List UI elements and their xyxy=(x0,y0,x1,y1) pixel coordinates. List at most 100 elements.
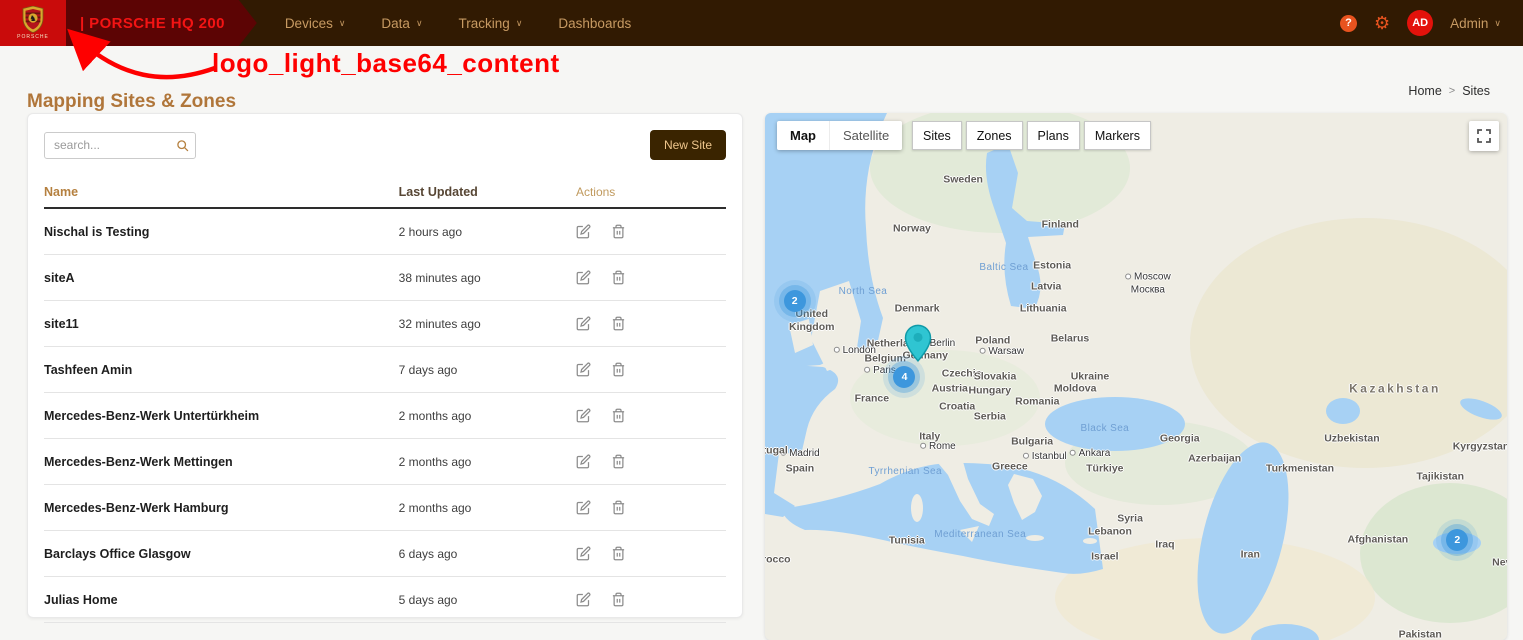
site-name: Nischal is Testing xyxy=(44,208,399,255)
top-navbar: ♞ PORSCHE | PORSCHE HQ 200 Devices∨ Data… xyxy=(0,0,1523,46)
map-canvas[interactable]: SwedenNorwayFinlandBaltic SeaEstoniaLatv… xyxy=(765,113,1507,640)
edit-button[interactable] xyxy=(576,408,591,423)
edit-icon xyxy=(576,270,591,285)
delete-button[interactable] xyxy=(611,546,626,561)
table-row: Nischal is Testing 2 hours ago xyxy=(44,208,726,255)
map-pin[interactable] xyxy=(904,324,931,367)
breadcrumb-home[interactable]: Home xyxy=(1408,84,1441,98)
delete-button[interactable] xyxy=(611,270,626,285)
brand-title: | PORSCHE HQ 200 xyxy=(80,15,225,32)
table-row: Mercedes-Benz-Werk Untertürkheim 2 month… xyxy=(44,393,726,439)
site-last-updated: 32 minutes ago xyxy=(399,301,576,347)
avatar[interactable]: AD xyxy=(1407,10,1433,36)
trash-icon xyxy=(611,546,626,561)
brand-banner: | PORSCHE HQ 200 xyxy=(66,0,257,46)
admin-menu[interactable]: Admin∨ xyxy=(1450,16,1501,31)
site-name: Mercedes-Benz-Werk Hamburg xyxy=(44,485,399,531)
sites-table: Name Last Updated Actions Nischal is Tes… xyxy=(44,175,726,623)
navbar-right: ? ⚙ AD Admin∨ xyxy=(1340,10,1523,36)
trash-icon xyxy=(611,270,626,285)
map-cluster-marker[interactable]: 2 xyxy=(784,290,806,312)
map-cluster-marker[interactable]: 4 xyxy=(893,366,915,388)
edit-button[interactable] xyxy=(576,224,591,239)
edit-icon xyxy=(576,362,591,377)
edit-button[interactable] xyxy=(576,362,591,377)
trash-icon xyxy=(611,454,626,469)
trash-icon xyxy=(611,362,626,377)
edit-button[interactable] xyxy=(576,592,591,607)
nav-item-tracking[interactable]: Tracking∨ xyxy=(459,16,523,31)
edit-button[interactable] xyxy=(576,500,591,515)
chevron-down-icon: ∨ xyxy=(416,18,423,29)
edit-icon xyxy=(576,592,591,607)
trash-icon xyxy=(611,224,626,239)
layer-sites-button[interactable]: Sites xyxy=(912,121,962,150)
help-icon[interactable]: ? xyxy=(1340,15,1357,32)
fullscreen-button[interactable] xyxy=(1469,121,1499,151)
table-row: Barclays Office Glasgow 6 days ago xyxy=(44,531,726,577)
edit-icon xyxy=(576,500,591,515)
site-last-updated: 2 months ago xyxy=(399,485,576,531)
edit-button[interactable] xyxy=(576,454,591,469)
breadcrumb: Home > Sites xyxy=(1408,84,1490,98)
chevron-down-icon: ∨ xyxy=(1494,18,1501,29)
nav-item-devices[interactable]: Devices∨ xyxy=(285,16,346,31)
map-type-map-button[interactable]: Map xyxy=(777,121,829,150)
porsche-logo-word: PORSCHE xyxy=(17,34,49,40)
table-row: Mercedes-Benz-Werk Mettingen 2 months ag… xyxy=(44,439,726,485)
site-last-updated: 2 hours ago xyxy=(399,208,576,255)
fullscreen-icon xyxy=(1477,129,1491,143)
search-icon xyxy=(176,139,189,152)
site-last-updated: 38 minutes ago xyxy=(399,255,576,301)
edit-icon xyxy=(576,316,591,331)
layer-zones-button[interactable]: Zones xyxy=(966,121,1023,150)
edit-button[interactable] xyxy=(576,316,591,331)
layer-plans-button[interactable]: Plans xyxy=(1027,121,1080,150)
edit-button[interactable] xyxy=(576,270,591,285)
edit-icon xyxy=(576,546,591,561)
map-geography xyxy=(765,113,1507,640)
column-header-name: Name xyxy=(44,175,399,208)
site-last-updated: 6 days ago xyxy=(399,531,576,577)
layer-markers-button[interactable]: Markers xyxy=(1084,121,1151,150)
trash-icon xyxy=(611,316,626,331)
site-name: Barclays Office Glasgow xyxy=(44,531,399,577)
chevron-down-icon: ∨ xyxy=(339,18,346,29)
delete-button[interactable] xyxy=(611,408,626,423)
trash-icon xyxy=(611,592,626,607)
edit-button[interactable] xyxy=(576,546,591,561)
breadcrumb-separator-icon: > xyxy=(1449,85,1455,97)
table-row: siteA 38 minutes ago xyxy=(44,255,726,301)
delete-button[interactable] xyxy=(611,500,626,515)
svg-text:♞: ♞ xyxy=(29,14,36,23)
nav-item-data[interactable]: Data∨ xyxy=(381,16,422,31)
delete-button[interactable] xyxy=(611,454,626,469)
map-type-satellite-button[interactable]: Satellite xyxy=(829,121,902,150)
table-row: Julias Home 5 days ago xyxy=(44,577,726,623)
porsche-logo[interactable]: ♞ PORSCHE xyxy=(0,0,66,46)
delete-button[interactable] xyxy=(611,592,626,607)
site-name: site11 xyxy=(44,301,399,347)
nav-item-dashboards[interactable]: Dashboards xyxy=(558,16,631,31)
edit-icon xyxy=(576,408,591,423)
delete-button[interactable] xyxy=(611,316,626,331)
chevron-down-icon: ∨ xyxy=(516,18,523,29)
site-last-updated: 2 months ago xyxy=(399,393,576,439)
annotation-label: logo_light_base64_content xyxy=(212,48,560,79)
search-input[interactable] xyxy=(44,132,196,159)
map-cluster-marker[interactable]: 2 xyxy=(1446,529,1468,551)
site-name: Julias Home xyxy=(44,577,399,623)
column-header-last-updated: Last Updated xyxy=(399,175,576,208)
table-row: Tashfeen Amin 7 days ago xyxy=(44,347,726,393)
delete-button[interactable] xyxy=(611,224,626,239)
sites-table-body: Nischal is Testing 2 hours ago siteA 38 … xyxy=(44,208,726,623)
site-last-updated: 2 months ago xyxy=(399,439,576,485)
trash-icon xyxy=(611,408,626,423)
site-last-updated: 5 days ago xyxy=(399,577,576,623)
site-name: Mercedes-Benz-Werk Mettingen xyxy=(44,439,399,485)
site-last-updated: 7 days ago xyxy=(399,347,576,393)
map-type-control: Map Satellite xyxy=(777,121,902,150)
delete-button[interactable] xyxy=(611,362,626,377)
gear-icon[interactable]: ⚙ xyxy=(1374,14,1390,32)
new-site-button[interactable]: New Site xyxy=(650,130,726,160)
